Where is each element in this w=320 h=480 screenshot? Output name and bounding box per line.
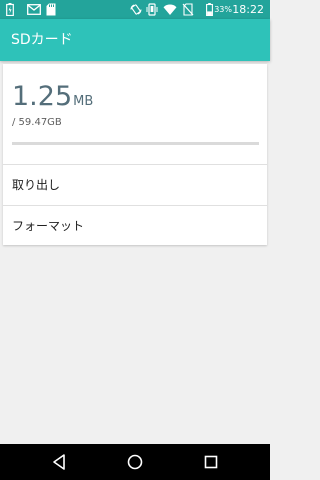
storage-used-unit: MB bbox=[73, 94, 94, 109]
storage-used-value: 1.25 bbox=[12, 81, 73, 112]
battery-percent: 33% bbox=[214, 5, 232, 14]
wifi-icon bbox=[163, 4, 177, 15]
storage-card: 1.25MB / 59.47GB 取り出し フォーマット bbox=[3, 64, 267, 245]
page-title: SDカード bbox=[11, 32, 73, 48]
format-label: フォーマット bbox=[12, 219, 85, 233]
clock-time: 18:22 bbox=[232, 3, 264, 16]
home-icon[interactable] bbox=[125, 452, 145, 472]
app-toolbar: SDカード bbox=[0, 19, 270, 61]
battery-charging-icon bbox=[6, 3, 14, 16]
rotate-icon bbox=[130, 4, 142, 15]
battery-icon bbox=[206, 3, 213, 16]
navigation-bar bbox=[0, 444, 270, 480]
status-bar: 33% 18:22 bbox=[0, 0, 270, 19]
no-sim-icon bbox=[182, 3, 194, 16]
sd-card-icon bbox=[46, 3, 56, 16]
storage-progress-bar bbox=[12, 142, 259, 145]
back-icon[interactable] bbox=[49, 452, 69, 472]
recents-icon[interactable] bbox=[201, 452, 221, 472]
eject-menu-item[interactable]: 取り出し bbox=[3, 165, 267, 205]
eject-label: 取り出し bbox=[12, 178, 61, 192]
storage-used: 1.25MB bbox=[12, 81, 93, 113]
storage-total: / 59.47GB bbox=[12, 117, 62, 128]
mail-icon bbox=[27, 4, 41, 15]
format-menu-item[interactable]: フォーマット bbox=[3, 206, 267, 246]
vibrate-icon bbox=[146, 3, 158, 16]
